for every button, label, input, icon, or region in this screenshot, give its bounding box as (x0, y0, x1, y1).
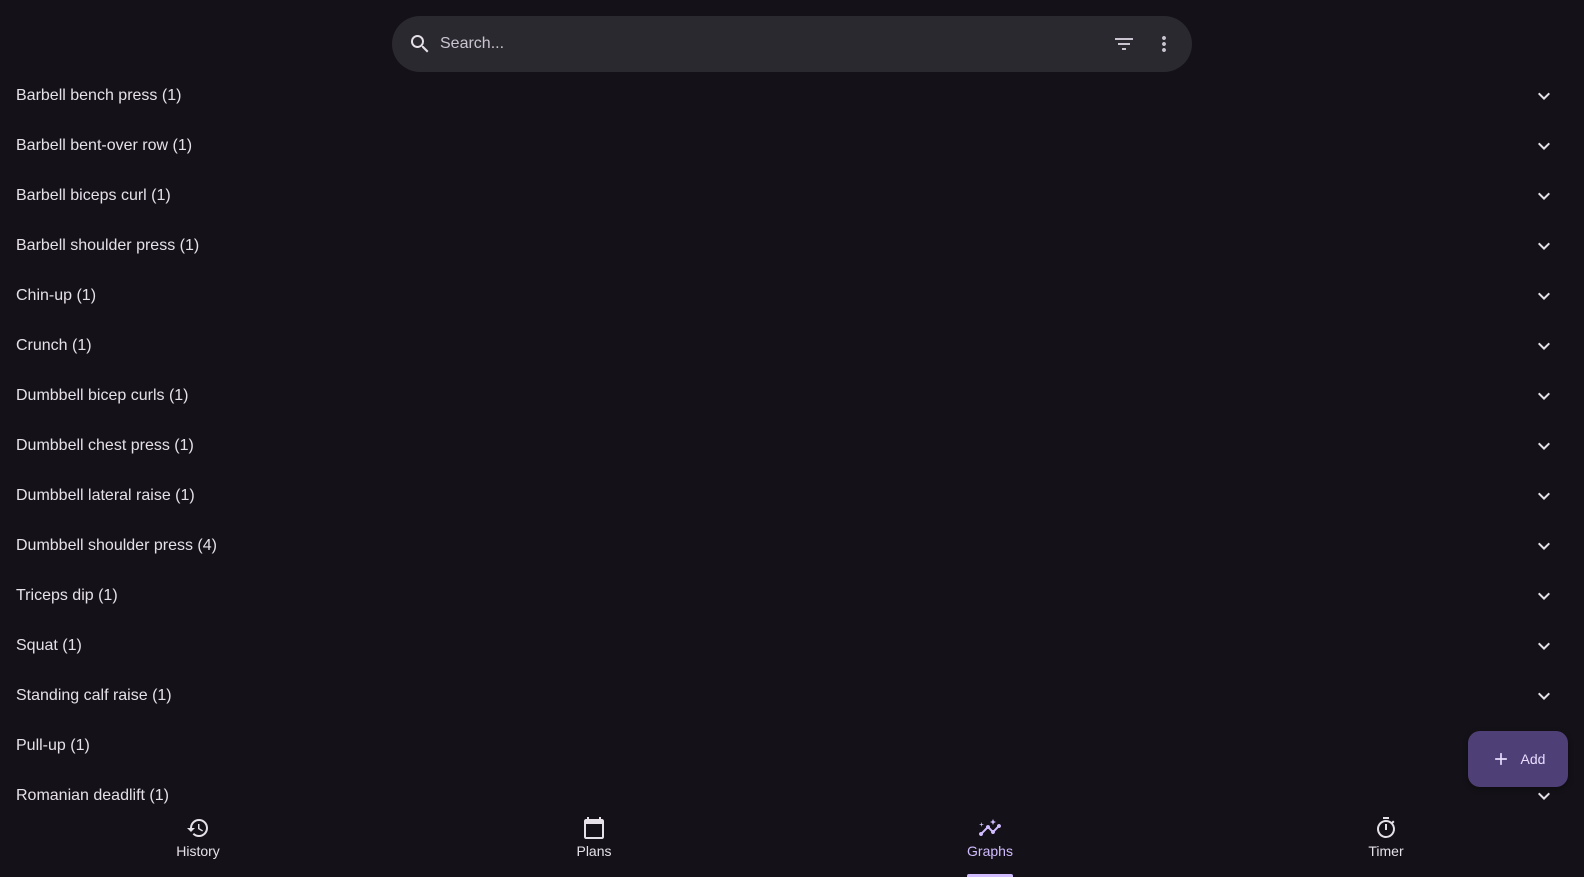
exercise-label: Dumbbell lateral raise (1) (16, 487, 195, 504)
nav-item-history[interactable]: History (118, 812, 278, 877)
graph-icon (979, 819, 1001, 836)
chevron-down-icon[interactable] (1532, 334, 1556, 358)
exercise-label: Barbell shoulder press (1) (16, 237, 200, 254)
history-icon (187, 819, 208, 837)
exercise-label: Chin-up (1) (16, 287, 97, 304)
nav-item-plans[interactable]: Plans (514, 812, 674, 877)
exercise-label: Barbell bench press (1) (16, 87, 182, 104)
nav-item-timer[interactable]: Timer (1306, 812, 1466, 877)
exercise-list-item[interactable]: Dumbbell lateral raise (1) (0, 471, 1584, 521)
plus-icon (1494, 753, 1507, 765)
exercise-label: Crunch (1) (16, 337, 92, 354)
exercise-list-item[interactable]: Barbell bench press (1) (0, 71, 1584, 121)
chevron-down-icon[interactable] (1532, 284, 1556, 308)
exercise-list-item[interactable]: Squat (1) (0, 621, 1584, 671)
exercise-list-item[interactable]: Barbell biceps curl (1) (0, 171, 1584, 221)
timer-icon (1377, 817, 1395, 838)
bottom-navigation: History Plans Graphs Timer (0, 812, 1584, 877)
exercise-label: Standing calf raise (1) (16, 687, 172, 704)
exercise-list-item[interactable]: Pull-up (1) (0, 721, 1584, 771)
chevron-down-icon[interactable] (1532, 384, 1556, 408)
exercise-list-item[interactable]: Crunch (1) (0, 321, 1584, 371)
chevron-down-icon[interactable] (1532, 534, 1556, 558)
more-options-button[interactable] (1144, 24, 1184, 64)
exercise-label: Dumbbell bicep curls (1) (16, 387, 189, 404)
chevron-down-icon[interactable] (1532, 434, 1556, 458)
exercise-list-item[interactable]: Triceps dip (1) (0, 571, 1584, 621)
search-icon (408, 32, 432, 56)
exercise-list-item[interactable]: Dumbbell chest press (1) (0, 421, 1584, 471)
add-button-label: Add (1520, 751, 1546, 767)
search-input[interactable] (440, 24, 1080, 64)
exercise-label: Squat (1) (16, 637, 82, 654)
chevron-down-icon[interactable] (1532, 684, 1556, 708)
exercise-list-item[interactable]: Dumbbell bicep curls (1) (0, 371, 1584, 421)
chevron-down-icon[interactable] (1532, 234, 1556, 258)
filter-button[interactable] (1104, 24, 1144, 64)
chevron-down-icon[interactable] (1532, 584, 1556, 608)
exercise-list-item[interactable]: Chin-up (1) (0, 271, 1584, 321)
exercise-label: Triceps dip (1) (16, 587, 118, 604)
nav-label: Plans (576, 843, 612, 859)
exercise-label: Dumbbell chest press (1) (16, 437, 194, 454)
filter-icon (1115, 38, 1133, 50)
exercise-list: Barbell bench press (1) Barbell bent-over… (0, 71, 1584, 812)
exercise-label: Dumbbell shoulder press (4) (16, 537, 217, 554)
exercise-label: Pull-up (1) (16, 737, 90, 754)
exercise-list-item[interactable]: Dumbbell shoulder press (4) (0, 521, 1584, 571)
nav-label: Graphs (967, 843, 1013, 859)
exercise-list-item[interactable]: Standing calf raise (1) (0, 671, 1584, 721)
nav-label: History (176, 843, 220, 859)
exercise-list-item[interactable]: Barbell shoulder press (1) (0, 221, 1584, 271)
more-vert-icon (1162, 36, 1166, 52)
chevron-down-icon[interactable] (1532, 484, 1556, 508)
exercise-label: Romanian deadlift (1) (16, 787, 169, 804)
exercise-list-item[interactable]: Romanian deadlift (1) (0, 771, 1584, 812)
chevron-down-icon[interactable] (1532, 134, 1556, 158)
chevron-down-icon[interactable] (1532, 84, 1556, 108)
exercise-label: Barbell biceps curl (1) (16, 187, 171, 204)
search-bar[interactable] (392, 16, 1192, 72)
nav-item-graphs[interactable]: Graphs (910, 812, 1070, 877)
add-button[interactable]: Add (1468, 731, 1568, 787)
chevron-down-icon[interactable] (1532, 184, 1556, 208)
chevron-down-icon[interactable] (1532, 634, 1556, 658)
exercise-list-item[interactable]: Barbell bent-over row (1) (0, 121, 1584, 171)
calendar-icon (584, 817, 604, 839)
chevron-down-icon[interactable] (1532, 784, 1556, 808)
exercise-label: Barbell bent-over row (1) (16, 137, 193, 154)
nav-label: Timer (1368, 843, 1404, 859)
